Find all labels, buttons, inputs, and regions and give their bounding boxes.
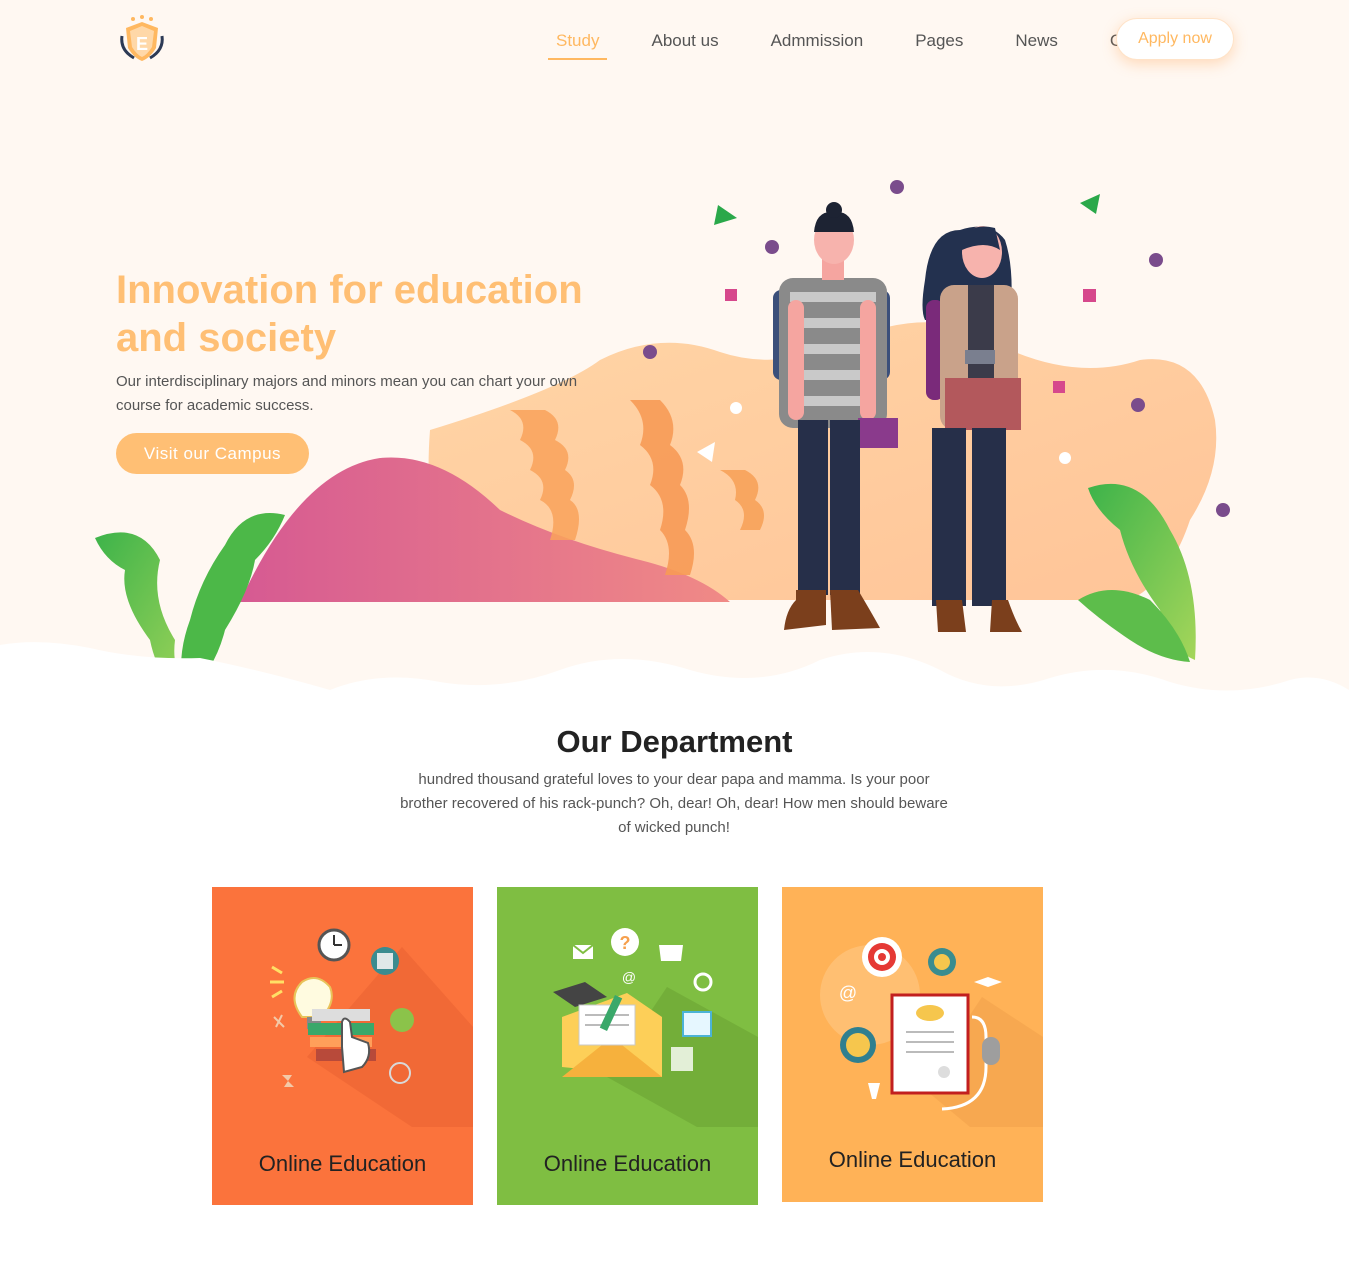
main-nav: Study About us Admmission Pages News Con… xyxy=(548,28,1213,60)
card-label: Online Education xyxy=(828,1147,997,1172)
nav-news[interactable]: News xyxy=(1007,29,1066,57)
card-label: Online Education xyxy=(543,1151,712,1176)
logo-shield-icon[interactable]: E xyxy=(116,14,168,64)
nav-admission[interactable]: Admmission xyxy=(763,29,872,57)
department-description: hundred thousand grateful loves to your … xyxy=(400,771,948,836)
department-card-2[interactable]: ? @ Online Education xyxy=(497,887,758,1205)
svg-text:E: E xyxy=(136,34,148,54)
department-card-1[interactable]: Online Education xyxy=(212,887,473,1205)
svg-text:@: @ xyxy=(839,983,857,1003)
department-card-3[interactable]: @ Online Education xyxy=(782,887,1043,1202)
visit-campus-button[interactable]: Visit our Campus xyxy=(116,433,309,474)
card-label: Online Education xyxy=(258,1151,427,1176)
department-title: Our Department xyxy=(556,724,793,759)
hero-wave-divider xyxy=(0,642,1349,730)
hero-description: Our interdisciplinary majors and minors … xyxy=(116,373,578,414)
nav-about-us[interactable]: About us xyxy=(643,29,726,57)
education-tools-icon xyxy=(270,928,473,1127)
svg-text:?: ? xyxy=(620,933,631,953)
study-envelope-icon: ? @ xyxy=(553,928,758,1127)
nav-pages[interactable]: Pages xyxy=(907,29,971,57)
apply-now-button[interactable]: Apply now xyxy=(1116,18,1234,60)
nav-study[interactable]: Study xyxy=(548,29,608,60)
hero-title: Innovation for education and society xyxy=(116,268,583,360)
svg-text:@: @ xyxy=(622,969,636,985)
certificate-target-icon: @ xyxy=(820,937,1043,1127)
